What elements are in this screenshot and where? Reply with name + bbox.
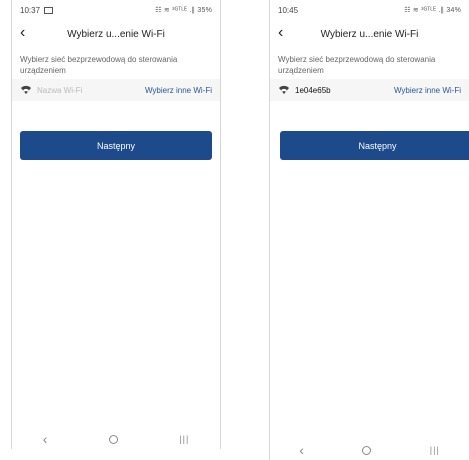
phone-screen-right: 10:45 ☷ ≋ ³ᴳᵀᴸᴱ .∥ 34% ‹ Wybierz u...eni… bbox=[269, 0, 469, 460]
gallery-notification-icon bbox=[44, 6, 54, 14]
next-button[interactable]: Następny bbox=[280, 131, 469, 160]
system-nav-bar: ‹ ||| bbox=[12, 429, 220, 449]
choose-other-wifi-link[interactable]: Wybierz inne Wi-Fi bbox=[394, 86, 461, 95]
wifi-network-field[interactable]: 1e04e65b Wybierz inne Wi-Fi bbox=[270, 79, 469, 101]
app-bar: ‹ Wybierz u...enie Wi-Fi bbox=[270, 22, 469, 46]
status-bar: 10:37 ☷ ≋ ³ᴳᵀᴸᴱ .∥ 35% bbox=[12, 0, 220, 20]
nav-home-icon[interactable] bbox=[108, 434, 118, 444]
nav-home-icon[interactable] bbox=[362, 445, 372, 455]
chevron-left-icon[interactable]: ‹ bbox=[20, 25, 25, 41]
page-title: Wybierz u...enie Wi-Fi bbox=[67, 28, 165, 40]
wifi-network-field[interactable]: Nazwa Wi-Fi Wybierz inne Wi-Fi bbox=[12, 79, 220, 101]
app-bar: ‹ Wybierz u...enie Wi-Fi bbox=[12, 22, 220, 46]
choose-other-wifi-link[interactable]: Wybierz inne Wi-Fi bbox=[145, 86, 212, 95]
nav-recent-icon[interactable]: ||| bbox=[179, 434, 189, 444]
wifi-icon bbox=[279, 85, 289, 94]
page-title: Wybierz u...enie Wi-Fi bbox=[320, 28, 419, 40]
nav-recent-icon[interactable]: ||| bbox=[430, 445, 440, 455]
wifi-icon bbox=[21, 85, 31, 94]
description-text: Wybierz sieć bezprzewodową do sterowania… bbox=[20, 55, 178, 75]
status-indicators: ☷ ≋ ³ᴳᵀᴸᴱ .∥ 35% bbox=[155, 7, 212, 14]
status-bar: 10:45 ☷ ≋ ³ᴳᵀᴸᴱ .∥ 34% bbox=[270, 0, 469, 20]
nav-back-icon[interactable]: ‹ bbox=[299, 442, 304, 458]
nav-back-icon[interactable]: ‹ bbox=[43, 431, 48, 447]
next-button[interactable]: Następny bbox=[20, 131, 212, 160]
wifi-name-placeholder: Nazwa Wi-Fi bbox=[37, 85, 83, 95]
status-time: 10:45 bbox=[278, 5, 299, 15]
system-nav-bar: ‹ ||| bbox=[270, 440, 469, 460]
wifi-network-name: 1e04e65b bbox=[295, 85, 331, 95]
chevron-left-icon[interactable]: ‹ bbox=[278, 25, 283, 41]
status-time: 10:37 bbox=[20, 5, 41, 15]
status-indicators: ☷ ≋ ³ᴳᵀᴸᴱ .∥ 34% bbox=[404, 7, 461, 14]
phone-screen-left: 10:37 ☷ ≋ ³ᴳᵀᴸᴱ .∥ 35% ‹ Wybierz u...eni… bbox=[11, 0, 221, 449]
description-text: Wybierz sieć bezprzewodową do sterowania… bbox=[278, 55, 436, 75]
